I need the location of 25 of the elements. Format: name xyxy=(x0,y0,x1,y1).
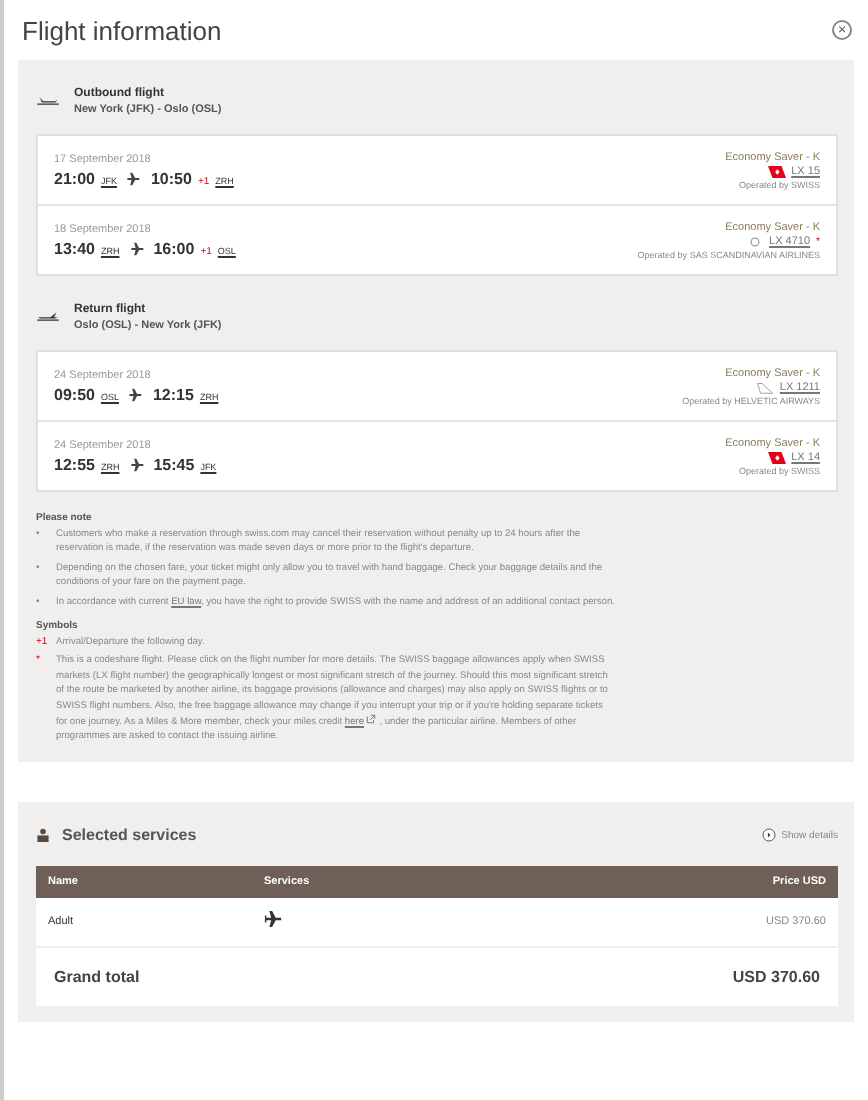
arrival-time: 15:45 xyxy=(153,456,195,474)
arrival-time: 12:15 xyxy=(152,386,194,404)
flag-logo-icon xyxy=(767,452,786,464)
services-title: Selected services xyxy=(62,826,199,845)
airplane-icon xyxy=(264,910,282,929)
flag-logo-icon xyxy=(767,166,786,178)
departure-time: 09:50 xyxy=(54,386,95,404)
play-circle-icon xyxy=(761,828,776,843)
airplane-icon xyxy=(36,310,60,322)
tail-logo-icon xyxy=(755,382,774,394)
departure-time: 13:40 xyxy=(54,240,95,258)
arrival-time: 10:50 xyxy=(150,170,192,188)
external-link-icon xyxy=(366,714,377,725)
dialog-title: Flight information xyxy=(22,15,222,45)
departure-time: 21:00 xyxy=(54,170,95,188)
arrival-time: 16:00 xyxy=(153,240,195,258)
grand-total-label: Grand total xyxy=(54,967,140,986)
airplane-icon xyxy=(129,458,144,472)
airplane-icon xyxy=(129,242,144,256)
airplane-icon xyxy=(128,388,143,402)
grand-total-amount: USD 370.60 xyxy=(732,967,820,986)
airplane-icon xyxy=(36,94,60,106)
airplane-icon xyxy=(126,172,141,186)
departure-time: 12:55 xyxy=(54,456,95,474)
person-icon xyxy=(36,828,50,843)
